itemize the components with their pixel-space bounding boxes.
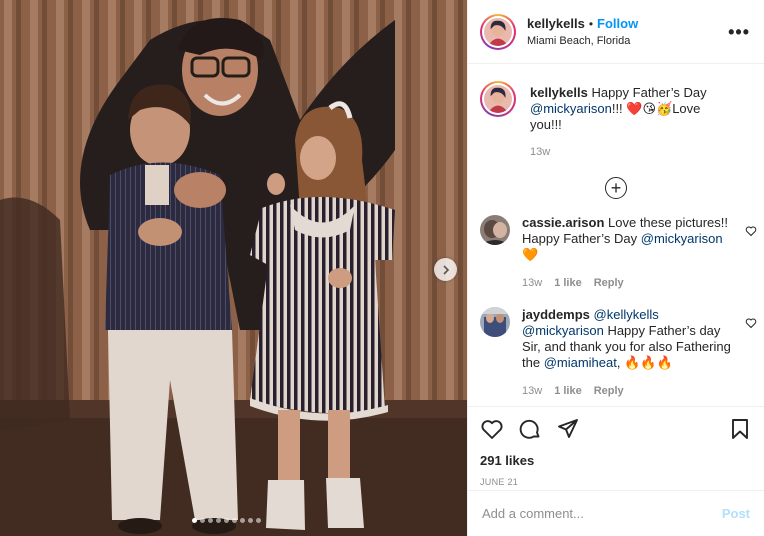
comment-mention-3[interactable]: @miamiheat <box>544 355 617 370</box>
add-comment-bar: Post <box>468 490 764 536</box>
carousel-dot <box>216 518 221 523</box>
family-photo-image <box>0 0 467 536</box>
carousel-dot <box>256 518 261 523</box>
comment-input[interactable] <box>482 506 722 521</box>
commenter-avatar[interactable] <box>480 215 510 245</box>
caption-text: Happy Father’s Day <box>591 85 707 100</box>
separator-dot: • <box>588 16 594 31</box>
carousel-dot <box>240 518 245 523</box>
comment-likes[interactable]: 1 like <box>554 383 582 399</box>
comment-mention[interactable]: @kellykells <box>594 307 659 322</box>
follow-button[interactable]: Follow <box>597 16 638 31</box>
avatar-image <box>480 307 510 337</box>
comment-text-end: 🧡 <box>522 247 539 262</box>
caption: kellykells Happy Father’s Day @mickyaris… <box>468 65 764 160</box>
carousel-dot <box>192 518 197 523</box>
heart-icon[interactable] <box>480 417 504 441</box>
commenter-avatar[interactable] <box>480 307 510 337</box>
comment-likes[interactable]: 1 like <box>554 275 582 291</box>
reply-button[interactable]: Reply <box>594 383 624 399</box>
carousel-dot <box>232 518 237 523</box>
comment-item: jayddemps @kellykells @mickyarison Happy… <box>468 307 764 399</box>
comment-text-end: , 🔥🔥🔥 <box>616 355 673 370</box>
carousel-indicator <box>192 518 467 523</box>
avatar-image <box>480 215 510 245</box>
author-avatar[interactable] <box>480 13 516 50</box>
comment-icon[interactable] <box>518 417 542 441</box>
plus-circle-icon[interactable]: + <box>605 177 627 199</box>
comments-list[interactable]: kellykells Happy Father’s Day @mickyaris… <box>468 65 764 407</box>
avatar-image <box>484 85 512 113</box>
more-options-icon[interactable]: ••• <box>728 23 750 41</box>
comment-like-heart-icon[interactable] <box>745 225 757 237</box>
comment-item: cassie.arison Love these pictures!! Happ… <box>468 215 764 291</box>
comment-mention[interactable]: @mickyarison <box>641 231 723 246</box>
likes-count[interactable]: 291 likes <box>480 453 752 468</box>
send-icon[interactable] <box>556 417 580 441</box>
caption-time[interactable]: 13w <box>530 144 550 160</box>
next-slide-button[interactable] <box>434 258 457 281</box>
chevron-right-icon <box>442 264 449 275</box>
carousel-dot <box>248 518 253 523</box>
caption-username[interactable]: kellykells <box>530 85 588 100</box>
carousel-dot <box>224 518 229 523</box>
post-side-panel: kellykells • Follow Miami Beach, Florida… <box>467 0 764 536</box>
comment-time[interactable]: 13w <box>522 383 542 399</box>
comment-username[interactable]: jayddemps <box>522 307 590 322</box>
post-actions: 291 likes JUNE 21 <box>468 406 764 487</box>
instagram-post: kellykells • Follow Miami Beach, Florida… <box>0 0 764 536</box>
comment-mention-2[interactable]: @mickyarison <box>522 323 604 338</box>
caption-mention[interactable]: @mickyarison <box>530 101 612 116</box>
author-username[interactable]: kellykells <box>527 16 585 31</box>
comment-like-heart-icon[interactable] <box>745 317 757 329</box>
post-date[interactable]: JUNE 21 <box>480 477 752 487</box>
post-photo[interactable] <box>0 0 467 536</box>
reply-button[interactable]: Reply <box>594 275 624 291</box>
post-header: kellykells • Follow Miami Beach, Florida… <box>468 0 764 64</box>
carousel-dot <box>200 518 205 523</box>
bookmark-icon[interactable] <box>728 417 752 441</box>
post-location[interactable]: Miami Beach, Florida <box>527 35 728 47</box>
comment-time[interactable]: 13w <box>522 275 542 291</box>
caption-avatar[interactable] <box>480 81 516 117</box>
comment-username[interactable]: cassie.arison <box>522 215 604 230</box>
avatar-image <box>484 17 512 46</box>
post-comment-button[interactable]: Post <box>722 506 750 521</box>
carousel-dot <box>208 518 213 523</box>
